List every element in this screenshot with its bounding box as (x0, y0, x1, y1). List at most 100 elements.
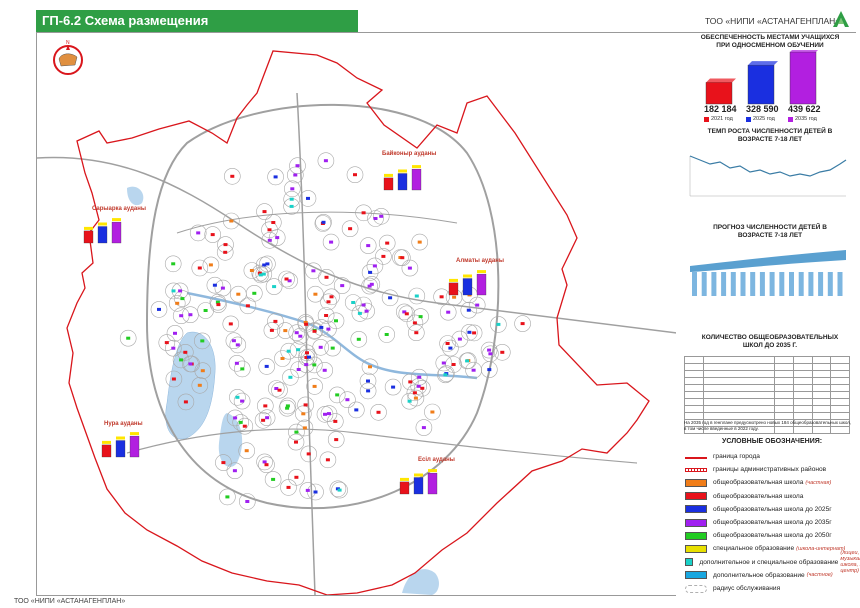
growth-title: ТЕМП РОСТА ЧИСЛЕННОСТИ ДЕТЕЙ В ВОЗРАСТЕ … (707, 128, 833, 143)
compass-north-label: N (66, 40, 70, 46)
school-marker (240, 367, 245, 371)
legend-label: общеобразовательная школа (713, 492, 804, 500)
table-cell (774, 412, 794, 420)
forecast-bar (779, 272, 785, 296)
capacity-bar (789, 51, 817, 105)
school-marker (404, 312, 409, 316)
school-marker (356, 337, 361, 341)
school-marker (487, 368, 492, 372)
legend-item: граница города (685, 450, 760, 463)
forecast-bar (769, 272, 775, 296)
capacity-bar-chart (705, 50, 818, 105)
school-marker (357, 311, 362, 315)
school-marker (368, 365, 372, 369)
school-marker (305, 351, 309, 355)
legend-label: общеобразовательная школа до 2050г (713, 532, 832, 540)
school-marker (312, 363, 317, 367)
district-bar (476, 273, 487, 296)
school-marker (306, 196, 310, 200)
legend-label: дополнительное и специальное образование (699, 558, 839, 566)
forecast-bar (692, 272, 697, 296)
school-marker (329, 240, 334, 244)
district-bar-label (398, 169, 407, 173)
school-marker (269, 328, 274, 332)
school-marker (417, 375, 422, 379)
school-marker (334, 319, 338, 323)
school-marker (385, 241, 390, 245)
school-marker (290, 187, 295, 191)
school-marker (366, 244, 371, 248)
school-marker (367, 284, 372, 288)
forecast-bar (837, 272, 843, 296)
school-marker (353, 173, 357, 177)
school-marker (335, 393, 340, 397)
capacity-value-2035: 439 622 (788, 104, 821, 114)
school-marker (252, 291, 257, 295)
forecast-bar (789, 272, 794, 296)
city-map[interactable]: N (37, 33, 677, 595)
district-label-baikonyr: Байконыр ауданы (382, 151, 437, 157)
table-cell (811, 356, 832, 364)
purple-square-icon (788, 116, 793, 122)
legend-item: дополнительное образование (частное) (685, 569, 833, 582)
school-marker (212, 283, 217, 287)
district-label-almaty: Алматы ауданы (456, 258, 504, 264)
school-marker (441, 361, 446, 365)
school-marker (430, 410, 435, 414)
count-title: КОЛИЧЕСТВО ОБЩЕОБРАЗОВАТЕЛЬНЫХ ШКОЛ ДО 2… (701, 334, 839, 349)
school-marker (326, 327, 331, 331)
school-color-swatch-icon (685, 478, 707, 487)
table-cell (792, 363, 813, 371)
school-marker (296, 348, 301, 352)
district-bar-label (116, 436, 125, 440)
forecast-bar (701, 272, 707, 296)
school-marker (262, 210, 267, 214)
school-color-swatch-icon (685, 518, 707, 527)
school-marker (303, 403, 308, 407)
table-row (684, 384, 850, 392)
school-marker (171, 346, 176, 350)
legend-label: радиус обслуживания (713, 585, 781, 592)
table-cell (702, 377, 776, 385)
school-color-swatch-icon (685, 531, 707, 540)
school-marker (157, 307, 161, 311)
forecast-bar (750, 272, 756, 296)
table-cell (830, 405, 850, 413)
legend-note: (школа-интернат) (796, 545, 846, 552)
school-marker (420, 386, 425, 390)
school-marker (413, 396, 418, 400)
table-cell (792, 405, 813, 413)
school-marker (244, 449, 249, 453)
school-marker (373, 217, 378, 220)
lake (127, 186, 144, 206)
forecast-bar (740, 272, 746, 296)
district-bar (399, 481, 410, 495)
school-marker (178, 289, 183, 293)
school-color-swatch-icon (685, 492, 707, 501)
school-marker (295, 164, 300, 168)
capacity-bar-top (706, 78, 736, 83)
legend-note: (лицеи, школьное, музыкальная школа, язы… (840, 550, 860, 575)
district-bar (97, 226, 108, 244)
school-marker (324, 314, 329, 317)
table-row (684, 363, 850, 371)
district-bar (411, 168, 422, 191)
school-marker (261, 272, 266, 276)
school-marker (293, 173, 298, 177)
table-cell (830, 412, 850, 420)
district-bar (397, 173, 408, 191)
school-marker (197, 383, 202, 387)
school-marker (337, 488, 342, 492)
school-marker (306, 452, 311, 456)
school-marker (407, 399, 412, 403)
table-cell (830, 391, 850, 399)
legend-item: общеобразовательная школа до 2050г (685, 529, 832, 542)
city-border (66, 50, 650, 595)
table-row (684, 356, 850, 364)
service-radius-swatch-icon (685, 584, 707, 593)
school-marker (262, 460, 267, 464)
school-marker (364, 309, 369, 313)
school-color-swatch-icon (685, 505, 707, 514)
school-marker (451, 363, 456, 366)
school-marker (271, 477, 276, 481)
